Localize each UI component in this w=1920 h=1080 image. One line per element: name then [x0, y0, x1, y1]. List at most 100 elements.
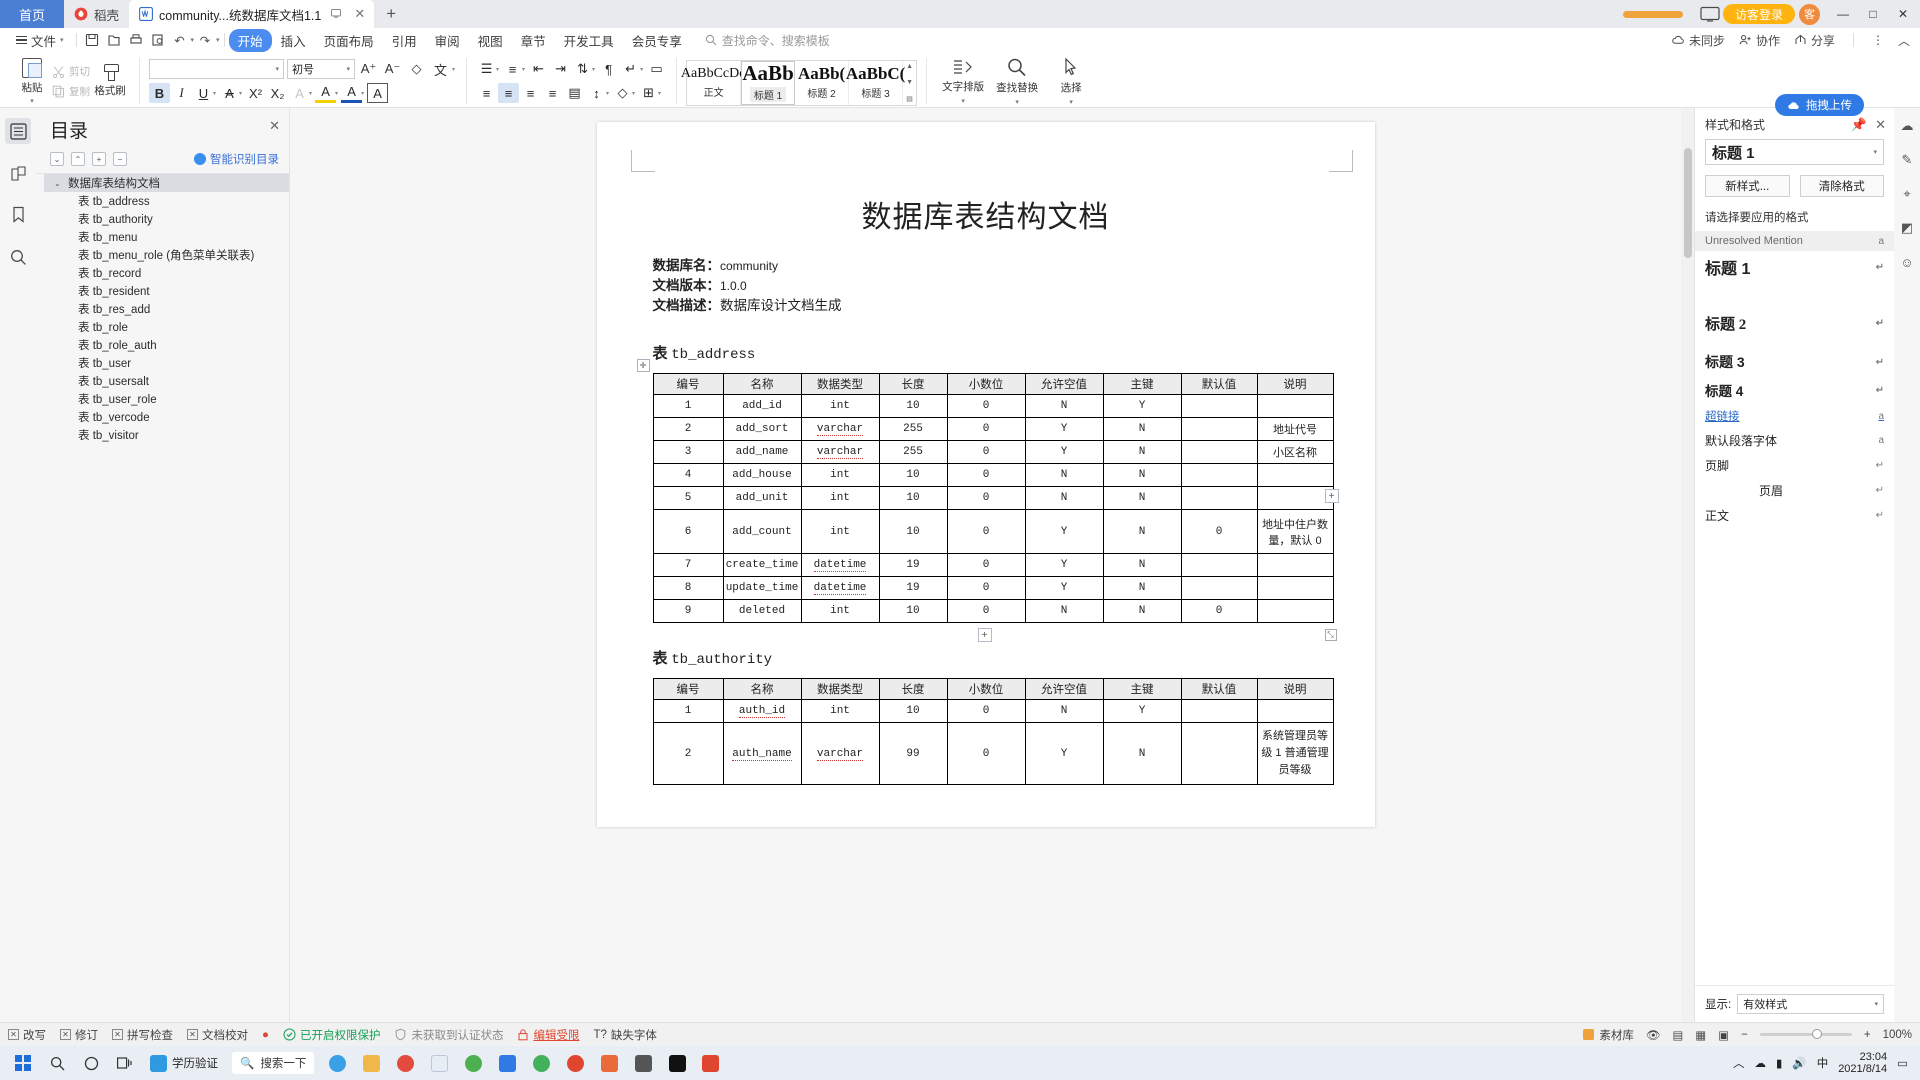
- underline-button[interactable]: U: [193, 83, 214, 103]
- close-button[interactable]: ✕: [1888, 0, 1918, 28]
- taskbar-app-xueli[interactable]: 学历验证: [142, 1049, 226, 1077]
- chevron-down-icon[interactable]: ▾: [640, 66, 643, 73]
- notifications-icon[interactable]: ▭: [1897, 1056, 1908, 1070]
- chevron-down-icon[interactable]: ▾: [335, 90, 338, 97]
- ribbon-tab-insert[interactable]: 插入: [272, 29, 315, 52]
- status-track-changes[interactable]: ✕修订: [60, 1027, 98, 1043]
- show-filter-select[interactable]: 有效样式▾: [1737, 994, 1884, 1014]
- text-effects-button[interactable]: A: [289, 83, 310, 103]
- sort-button[interactable]: ⇅: [572, 59, 593, 79]
- taskbar-wechat-icon[interactable]: [558, 1048, 592, 1078]
- chevron-down-icon[interactable]: ▾: [522, 66, 525, 73]
- status-auth[interactable]: 未获取到认证状态: [394, 1027, 503, 1043]
- pinyin-guide-button[interactable]: 文: [430, 59, 451, 79]
- save-icon[interactable]: [81, 29, 103, 51]
- taskbar-search2-icon[interactable]: [388, 1048, 422, 1078]
- table-row[interactable]: 8 update_time datetime 19 0 Y N: [653, 577, 1333, 600]
- ribbon-tab-review[interactable]: 审阅: [426, 29, 469, 52]
- taskbar-mail-icon[interactable]: [524, 1048, 558, 1078]
- toc-item-tb-menu-role[interactable]: 表 tb_menu_role (角色菜单关联表): [44, 246, 289, 264]
- chevron-down-icon[interactable]: ▾: [213, 90, 216, 97]
- increase-indent-button[interactable]: ⇥: [550, 59, 571, 79]
- shading-button[interactable]: ◇: [612, 83, 633, 103]
- toc-item-tb-usersalt[interactable]: 表 tb_usersalt: [44, 372, 289, 390]
- toc-item-tb-address[interactable]: 表 tb_address: [44, 192, 289, 210]
- font-name-select[interactable]: ▾: [149, 59, 284, 79]
- copy-button[interactable]: 复制: [52, 84, 90, 99]
- subscript-button[interactable]: X₂: [267, 83, 288, 103]
- style-item-heading-4[interactable]: 标题 4↵: [1695, 376, 1894, 404]
- italic-button[interactable]: I: [171, 83, 192, 103]
- chevron-down-icon[interactable]: ⌄: [54, 179, 66, 188]
- strikethrough-button[interactable]: A: [219, 83, 240, 103]
- paste-button[interactable]: 粘贴▾: [12, 58, 52, 105]
- toc-item-root[interactable]: ⌄数据库表结构文档: [44, 174, 289, 192]
- redo-icon[interactable]: ↷: [194, 29, 216, 51]
- toc-item-tb-user[interactable]: 表 tb_user: [44, 354, 289, 372]
- save-as-icon[interactable]: [103, 29, 125, 51]
- distribute-button[interactable]: ▤: [564, 83, 585, 103]
- tab-docer[interactable]: 稻壳: [64, 0, 129, 28]
- eye-icon[interactable]: 👁: [1646, 1028, 1661, 1042]
- chevron-down-icon[interactable]: ▾: [239, 90, 242, 97]
- taskview-icon[interactable]: [108, 1048, 142, 1078]
- tray-cloud-icon[interactable]: ☁: [1755, 1056, 1767, 1070]
- ribbon-tab-start[interactable]: 开始: [229, 29, 272, 52]
- show-marks-button[interactable]: ¶: [598, 59, 619, 79]
- character-border-button[interactable]: A: [367, 83, 388, 103]
- style-item-body[interactable]: 正文↵: [1695, 503, 1894, 528]
- zoom-slider-handle[interactable]: [1812, 1029, 1822, 1039]
- style-heading-2[interactable]: AaBb( 标题 2: [795, 61, 849, 105]
- redo-chevron-icon[interactable]: ▾: [216, 36, 220, 44]
- style-item-header[interactable]: 页眉↵: [1695, 478, 1894, 503]
- toc-item-tb-resident[interactable]: 表 tb_resident: [44, 282, 289, 300]
- outline-panel-icon[interactable]: [5, 118, 31, 144]
- taskbar-search-icon[interactable]: [40, 1048, 74, 1078]
- table-row[interactable]: 6 add_count int 10 0 Y N 0 地址中住户数量，默认 0: [653, 510, 1333, 554]
- chevron-down-icon[interactable]: ▾: [606, 90, 609, 97]
- add-row-button[interactable]: +: [978, 628, 992, 642]
- table-tb-authority[interactable]: 编号 名称 数据类型 长度 小数位 允许空值 主键 默认值 说明 1 auth_…: [653, 678, 1334, 785]
- bookmark-panel-icon[interactable]: [5, 202, 31, 228]
- numbered-list-button[interactable]: ≡: [502, 59, 523, 79]
- minimize-button[interactable]: —: [1828, 0, 1858, 28]
- help-icon[interactable]: ☺: [1897, 252, 1917, 272]
- font-color-button[interactable]: A: [341, 83, 362, 103]
- superscript-button[interactable]: X²: [245, 83, 266, 103]
- line-break-button[interactable]: ↵: [620, 59, 641, 79]
- start-button[interactable]: [6, 1048, 40, 1078]
- status-protection[interactable]: 已开启权限保护: [283, 1027, 381, 1043]
- ribbon-tab-page-layout[interactable]: 页面布局: [315, 29, 383, 52]
- taskbar-wps-active[interactable]: [694, 1049, 727, 1077]
- chevron-down-icon[interactable]: ▾: [632, 90, 635, 97]
- ribbon-tab-member[interactable]: 会员专享: [623, 29, 691, 52]
- style-normal[interactable]: AaBbCcDd 正文: [687, 61, 741, 105]
- taskbar-music-icon[interactable]: [626, 1048, 660, 1078]
- tray-network-icon[interactable]: ▮: [1776, 1056, 1782, 1070]
- new-tab-button[interactable]: +: [374, 0, 408, 28]
- toc-item-tb-user-role[interactable]: 表 tb_user_role: [44, 390, 289, 408]
- table-row[interactable]: 7 create_time datetime 19 0 Y N: [653, 554, 1333, 577]
- thumbnail-panel-icon[interactable]: [5, 160, 31, 186]
- bold-button[interactable]: B: [149, 83, 170, 103]
- status-edit-limited[interactable]: 编辑受限: [517, 1027, 579, 1043]
- select-button[interactable]: 选择▾: [1044, 57, 1098, 106]
- cortana-icon[interactable]: [74, 1048, 108, 1078]
- style-item-footer[interactable]: 页脚↵: [1695, 453, 1894, 478]
- line-spacing-button[interactable]: ↕: [586, 83, 607, 103]
- status-spellcheck[interactable]: ✕拼写检查: [112, 1027, 173, 1043]
- collapse-up-icon[interactable]: ⌃: [71, 152, 85, 166]
- zoom-value[interactable]: 100%: [1883, 1029, 1912, 1041]
- tab-document[interactable]: community...统数据库文档1.1 ✕: [129, 0, 374, 28]
- table-row[interactable]: 3 add_name varchar 255 0 Y N 小区名称: [653, 441, 1333, 464]
- pin-icon[interactable]: 📌: [1851, 117, 1867, 133]
- ruler-button[interactable]: ▭: [646, 59, 667, 79]
- taskbar-edge-icon[interactable]: [320, 1048, 354, 1078]
- taskbar-notes-icon[interactable]: [422, 1048, 456, 1078]
- status-record-dot[interactable]: ●: [262, 1029, 269, 1041]
- tab-close-icon[interactable]: ✕: [351, 6, 368, 22]
- add-column-button[interactable]: +: [1325, 489, 1339, 503]
- ribbon-tab-section[interactable]: 章节: [512, 29, 555, 52]
- taskbar-terminal-icon[interactable]: [660, 1048, 694, 1078]
- chevron-down-icon[interactable]: ▾: [658, 90, 661, 97]
